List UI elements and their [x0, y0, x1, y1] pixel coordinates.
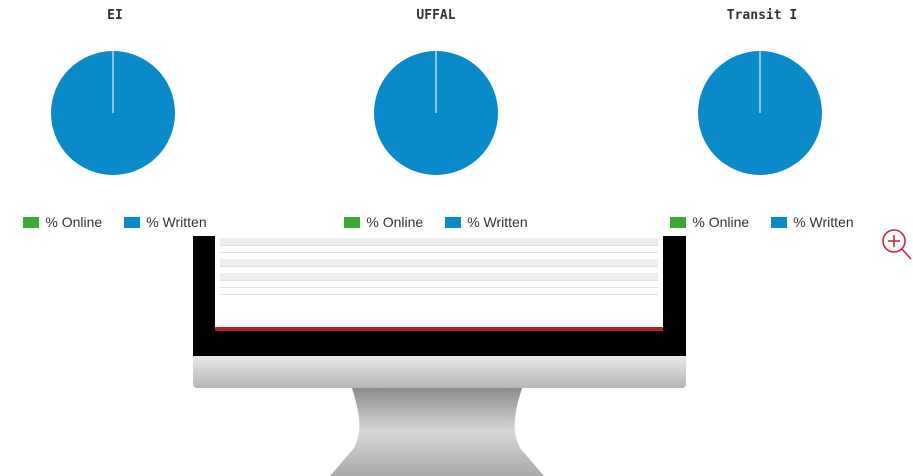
chart-legend: % Online % Written — [0, 214, 245, 230]
monitor-chin — [193, 356, 686, 388]
pie-chart — [698, 51, 822, 175]
legend-written-label: % Written — [467, 214, 528, 230]
pie-chart — [51, 51, 175, 175]
legend-swatch-written — [124, 216, 141, 228]
table-row — [220, 287, 658, 295]
pie-chart — [374, 51, 498, 175]
chart-title: EI — [107, 8, 123, 23]
screen-accent-bar — [215, 327, 663, 331]
legend-swatch-online — [344, 216, 361, 228]
legend-swatch-written — [445, 216, 462, 228]
legend-online[interactable]: % Online — [23, 214, 102, 230]
legend-written[interactable]: % Written — [124, 214, 207, 230]
chart-legend: % Online % Written — [632, 214, 892, 230]
legend-written[interactable]: % Written — [771, 214, 854, 230]
legend-swatch-written — [771, 216, 788, 228]
chart-title: UFFAL — [416, 8, 456, 23]
zoom-in-icon[interactable] — [880, 227, 912, 263]
legend-swatch-online — [23, 216, 40, 228]
legend-online-label: % Online — [45, 214, 103, 230]
monitor-stand — [330, 388, 544, 476]
chart-legend: % Online % Written — [306, 214, 566, 230]
legend-online[interactable]: % Online — [670, 214, 749, 230]
legend-swatch-online — [670, 216, 687, 228]
legend-written[interactable]: % Written — [445, 214, 528, 230]
legend-written-label: % Written — [793, 214, 854, 230]
legend-online-label: % Online — [366, 214, 424, 230]
legend-written-label: % Written — [146, 214, 207, 230]
chart-title: Transit I — [726, 8, 798, 23]
legend-online-label: % Online — [692, 214, 750, 230]
legend-online[interactable]: % Online — [344, 214, 423, 230]
